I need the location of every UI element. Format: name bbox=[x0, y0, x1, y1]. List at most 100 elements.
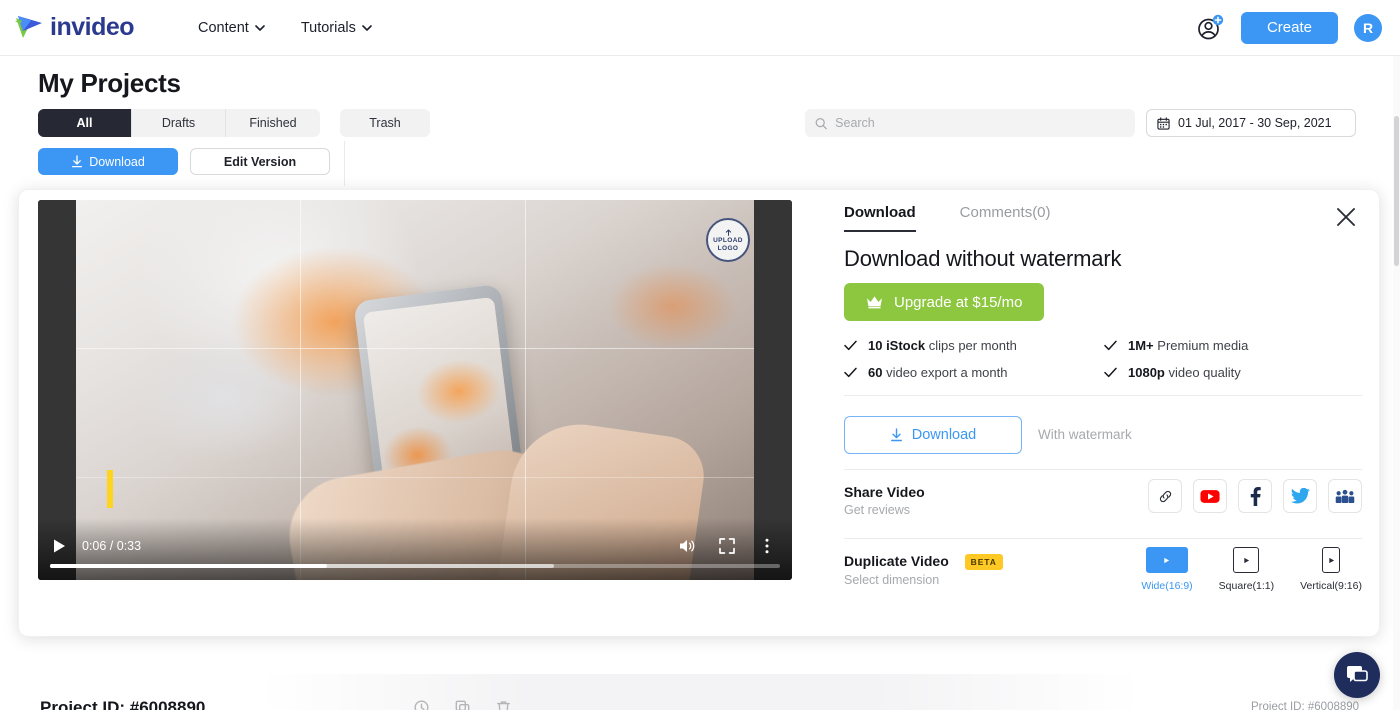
tab-trash[interactable]: Trash bbox=[340, 109, 430, 137]
dimension-wide[interactable]: Wide(16:9) bbox=[1141, 547, 1193, 592]
yellow-marker bbox=[107, 470, 113, 508]
upload-icon bbox=[725, 229, 731, 236]
upload-logo-watermark[interactable]: UPLOAD LOGO bbox=[706, 218, 750, 262]
feature-rest: clips per month bbox=[925, 338, 1017, 353]
download-watermark-button[interactable]: Download bbox=[844, 416, 1022, 454]
date-range-value: 01 Jul, 2017 - 30 Sep, 2021 bbox=[1178, 116, 1332, 130]
facebook-icon bbox=[1250, 486, 1261, 506]
app-page: invideo Content Tutorials Create R My Pr… bbox=[0, 0, 1400, 710]
nav-links: Content Tutorials bbox=[198, 20, 372, 36]
scrollbar-track[interactable] bbox=[1393, 56, 1400, 710]
feature-rest: video export a month bbox=[882, 365, 1008, 380]
check-icon bbox=[1104, 340, 1117, 351]
invideo-play-logo-icon bbox=[15, 15, 42, 38]
chat-widget-button[interactable] bbox=[1334, 652, 1380, 698]
scrollbar-thumb[interactable] bbox=[1394, 116, 1399, 266]
nav-right-actions: Create R bbox=[1195, 11, 1382, 44]
nav-item-content[interactable]: Content bbox=[198, 20, 265, 36]
share-youtube-button[interactable] bbox=[1193, 479, 1227, 513]
video-progress-bar[interactable] bbox=[50, 564, 780, 568]
action-row-divider bbox=[344, 141, 345, 186]
panel-tabs: Download Comments(0) bbox=[844, 204, 1051, 232]
dimension-options: Wide(16:9) Square(1:1) Vertical(9:16) bbox=[1141, 547, 1362, 592]
project-id-left: Project ID: #6008890 bbox=[40, 698, 206, 710]
dimension-square[interactable]: Square(1:1) bbox=[1219, 547, 1274, 592]
tab-group-main: All Drafts Finished bbox=[38, 109, 320, 137]
download-panel: Download Comments(0) Download without wa… bbox=[825, 190, 1381, 638]
share-link-button[interactable] bbox=[1148, 479, 1182, 513]
download-icon bbox=[890, 428, 902, 442]
share-twitter-button[interactable] bbox=[1283, 479, 1317, 513]
twitter-icon bbox=[1290, 488, 1310, 504]
panel-divider-1 bbox=[844, 395, 1362, 396]
feature-item: 10 iStock clips per month bbox=[844, 332, 1104, 359]
video-controls-right bbox=[678, 537, 776, 555]
add-user-icon[interactable] bbox=[1195, 13, 1225, 43]
beta-badge: BETA bbox=[964, 554, 1003, 571]
team-icon bbox=[1335, 489, 1355, 503]
calendar-icon bbox=[1157, 116, 1170, 130]
share-facebook-button[interactable] bbox=[1238, 479, 1272, 513]
chevron-down-icon bbox=[255, 24, 265, 31]
duplicate-video-label: Duplicate Video bbox=[844, 553, 949, 569]
brand-logo[interactable]: invideo bbox=[14, 13, 135, 42]
watermark-line-2: LOGO bbox=[717, 244, 739, 252]
create-button[interactable]: Create bbox=[1240, 11, 1338, 44]
fullscreen-icon[interactable] bbox=[718, 537, 736, 555]
watermark-line-1: UPLOAD bbox=[713, 237, 743, 244]
dimension-vertical[interactable]: Vertical(9:16) bbox=[1300, 547, 1362, 592]
volume-icon[interactable] bbox=[678, 537, 696, 555]
tab-all[interactable]: All bbox=[38, 109, 132, 137]
date-range-picker[interactable]: 01 Jul, 2017 - 30 Sep, 2021 bbox=[1146, 109, 1356, 137]
video-controls: 0:06 / 0:33 bbox=[38, 518, 792, 580]
clock-icon[interactable] bbox=[414, 700, 429, 710]
feature-rest: Premium media bbox=[1153, 338, 1249, 353]
upgrade-label: Upgrade at $15/mo bbox=[894, 293, 1023, 311]
dimension-square-label: Square(1:1) bbox=[1218, 580, 1275, 592]
crown-icon bbox=[867, 296, 882, 309]
project-row-hover-shade bbox=[260, 674, 1140, 710]
project-action-row: Download Edit Version bbox=[38, 148, 330, 175]
panel-tab-comments[interactable]: Comments(0) bbox=[960, 204, 1051, 232]
download-primary-label: Download bbox=[89, 154, 145, 169]
feature-bold: 1080p bbox=[1128, 365, 1165, 380]
play-icon[interactable] bbox=[50, 537, 68, 555]
play-icon bbox=[1164, 557, 1170, 563]
avatar[interactable]: R bbox=[1354, 13, 1382, 42]
tab-finished[interactable]: Finished bbox=[226, 109, 320, 137]
feature-bold: 10 iStock bbox=[868, 338, 926, 353]
download-primary-button[interactable]: Download bbox=[38, 148, 178, 175]
chat-bubble-icon bbox=[1347, 666, 1368, 682]
download-modal: UPLOAD LOGO 0:06 / 0:33 Download Comment… bbox=[18, 189, 1380, 637]
chevron-down-icon bbox=[362, 24, 372, 31]
search-box[interactable] bbox=[805, 109, 1135, 137]
share-team-button[interactable] bbox=[1328, 479, 1362, 513]
trash-icon[interactable] bbox=[496, 700, 511, 710]
feature-bold: 1M+ bbox=[1128, 338, 1154, 353]
youtube-icon bbox=[1200, 489, 1220, 503]
video-controls-row: 0:06 / 0:33 bbox=[38, 532, 792, 560]
brand-name: invideo bbox=[50, 13, 135, 41]
panel-tab-download[interactable]: Download bbox=[844, 204, 916, 232]
panel-divider-2 bbox=[844, 469, 1362, 470]
dimension-vertical-box bbox=[1322, 547, 1341, 573]
upgrade-button[interactable]: Upgrade at $15/mo bbox=[844, 283, 1045, 321]
feature-rest: video quality bbox=[1164, 365, 1241, 380]
check-icon bbox=[844, 367, 857, 378]
copy-icon[interactable] bbox=[455, 700, 470, 710]
more-vertical-icon[interactable] bbox=[758, 537, 776, 555]
project-id-right: Project ID: #6008890 bbox=[1251, 701, 1360, 710]
feature-item: 1M+ Premium media bbox=[1104, 332, 1364, 359]
with-watermark-label: With watermark bbox=[1038, 427, 1132, 442]
play-icon bbox=[1328, 557, 1334, 563]
dimension-square-box bbox=[1233, 547, 1260, 573]
edit-version-button[interactable]: Edit Version bbox=[190, 148, 330, 175]
search-input[interactable] bbox=[835, 116, 1125, 130]
panel-heading: Download without watermark bbox=[844, 246, 1122, 271]
search-icon bbox=[815, 117, 827, 129]
tab-drafts[interactable]: Drafts bbox=[132, 109, 226, 137]
video-player[interactable]: UPLOAD LOGO 0:06 / 0:33 bbox=[38, 200, 792, 580]
feature-item: 1080p video quality bbox=[1104, 359, 1364, 386]
nav-item-tutorials[interactable]: Tutorials bbox=[301, 20, 372, 36]
page-title: My Projects bbox=[38, 68, 181, 98]
